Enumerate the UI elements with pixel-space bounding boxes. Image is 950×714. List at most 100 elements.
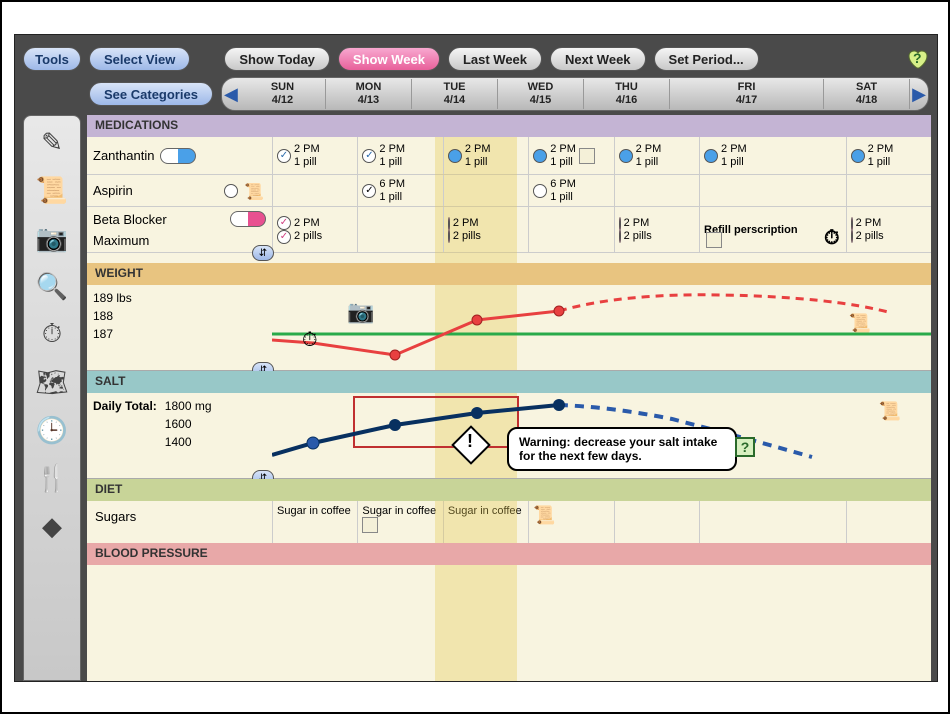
health-tracker-app: Tools Select View Show Today Show Week L… [14,34,938,682]
check-icon: ✓ [277,149,291,163]
med-cell[interactable] [443,175,528,206]
last-week-button[interactable]: Last Week [448,47,542,71]
med-name: Zanthantin [93,148,154,163]
day-header-thu[interactable]: THU4/16 [584,79,670,109]
camera-icon[interactable]: 📷 [347,299,374,325]
pill-icon [230,211,266,227]
section-header-bp[interactable]: BLOOD PRESSURE [87,543,931,565]
med-cell[interactable]: 2 PM1 pill [528,137,613,174]
med-cell[interactable]: 2 PM2 pills [443,207,528,252]
help-heart-icon[interactable]: ? [905,47,929,71]
scroll-icon[interactable]: 📜 [533,505,555,525]
med-cell[interactable]: 6 PM1 pill [528,175,613,206]
timer-icon[interactable]: ⏱ [824,227,840,250]
med-row-zanthantin: Zanthantin ✓2 PM1 pill ✓2 PM1 pill 2 PM1… [87,137,931,175]
med-cell[interactable]: 2 PM1 pill [614,137,699,174]
dose-dot-icon [533,184,547,198]
timer-icon[interactable]: ⏱ [302,329,318,352]
stopwatch-icon[interactable]: ⏱ [32,314,72,354]
clock-icon[interactable]: 🕒 [32,410,72,450]
select-view-button[interactable]: Select View [89,47,190,71]
med-cell[interactable] [528,207,613,252]
section-header-salt[interactable]: SALT [87,371,931,393]
salt-chart-area[interactable]: Daily Total: 1800 mg 1600 1400 ! Warning… [87,393,931,479]
scroll-icon[interactable]: 📜 [879,401,901,422]
diet-cell[interactable] [846,501,931,543]
top-toolbar: Tools Select View Show Today Show Week L… [23,45,929,73]
scroll-icon[interactable]: 📜 [849,313,871,334]
note-icon[interactable] [579,148,595,164]
map-icon[interactable]: 🗺 [32,362,72,402]
warning-icon[interactable]: ◆ [32,506,72,546]
med-cell[interactable]: ✓✓2 PM2 pills [272,207,357,252]
diet-cell[interactable] [614,501,699,543]
show-today-button[interactable]: Show Today [224,47,330,71]
med-cell[interactable] [699,175,846,206]
pencil-icon[interactable]: ✎ [32,122,72,162]
diet-cell[interactable] [699,501,846,543]
scroll-icon[interactable]: 📜 [244,182,266,200]
med-cell[interactable] [357,207,442,252]
day-header-sun[interactable]: SUN4/12 [240,79,326,109]
diet-row-name: Sugars [87,501,272,543]
pill-icon [160,148,196,164]
day-header-sat[interactable]: SAT4/18 [824,79,910,109]
salt-warning-bubble: Warning: decrease your salt intake for t… [507,427,737,471]
diet-cell[interactable]: Sugar in coffee [357,501,442,543]
see-categories-button[interactable]: See Categories [89,82,213,106]
dose-dot-icon [619,229,621,243]
med-cell[interactable] [614,175,699,206]
prev-day-nav[interactable]: ◀ [222,78,240,110]
scroll-icon[interactable]: 📜 [32,170,72,210]
med-cell[interactable]: 2 PM1 pill [846,137,931,174]
expand-button[interactable]: ⇵ [252,245,274,261]
check-icon: ✓ [277,216,291,230]
day-header-mon[interactable]: MON4/13 [326,79,412,109]
note-icon[interactable] [706,232,722,248]
med-name: Aspirin [93,183,133,198]
note-icon[interactable] [362,517,378,533]
check-icon: ✓ [362,184,376,198]
dose-dot-icon [851,149,865,163]
net-icon[interactable]: 🔍 [32,266,72,306]
weight-chart [272,285,931,371]
set-period-button[interactable]: Set Period... [654,47,759,71]
med-cell[interactable]: ✓6 PM1 pill [357,175,442,206]
utensils-icon[interactable]: 🍴 [32,458,72,498]
show-week-button[interactable]: Show Week [338,47,440,71]
main-grid: MEDICATIONS Zanthantin ✓2 PM1 pill ✓2 PM… [87,115,931,681]
med-cell[interactable]: ✓2 PM1 pill [272,137,357,174]
day-header-wed[interactable]: WED4/15 [498,79,584,109]
med-cell[interactable]: Refill perscription⏱ [699,207,846,252]
tools-button[interactable]: Tools [23,47,81,71]
dose-dot-icon [619,149,633,163]
dose-dot-icon [704,149,718,163]
section-header-weight[interactable]: WEIGHT [87,263,931,285]
med-cell[interactable]: 2 PM2 pills [846,207,931,252]
med-cell[interactable] [272,175,357,206]
med-name: Beta Blocker [93,212,167,227]
next-week-button[interactable]: Next Week [550,47,646,71]
check-icon: ✓ [277,230,291,244]
salt-ylabels: Daily Total: 1800 mg 1600 1400 [93,397,212,451]
med-cell[interactable]: 2 PM2 pills [614,207,699,252]
camera-icon[interactable]: 📷 [32,218,72,258]
diet-cell[interactable]: 📜 [528,501,613,543]
med-cell[interactable] [846,175,931,206]
day-header-fri[interactable]: FRI4/17 [670,79,824,109]
pill-icon [224,184,238,198]
med-cell[interactable]: 2 PM1 pill [443,137,528,174]
diet-cell[interactable]: Sugar in coffee [272,501,357,543]
weight-chart-area[interactable]: 189 lbs 188 187 ⏱ 📷 📜 ⇵ [87,285,931,371]
warning-excl-icon: ! [467,431,473,452]
section-header-diet[interactable]: DIET [87,479,931,501]
help-icon[interactable]: ? [735,437,755,457]
weight-ylabels: 189 lbs 188 187 [93,289,132,343]
med-cell[interactable]: ✓2 PM1 pill [357,137,442,174]
day-header-tue[interactable]: TUE4/14 [412,79,498,109]
dose-dot-icon [851,229,853,243]
med-cell[interactable]: 2 PM1 pill [699,137,846,174]
next-day-nav[interactable]: ▶ [910,78,928,110]
section-header-medications[interactable]: MEDICATIONS [87,115,931,137]
med-name: Maximum [93,233,149,248]
